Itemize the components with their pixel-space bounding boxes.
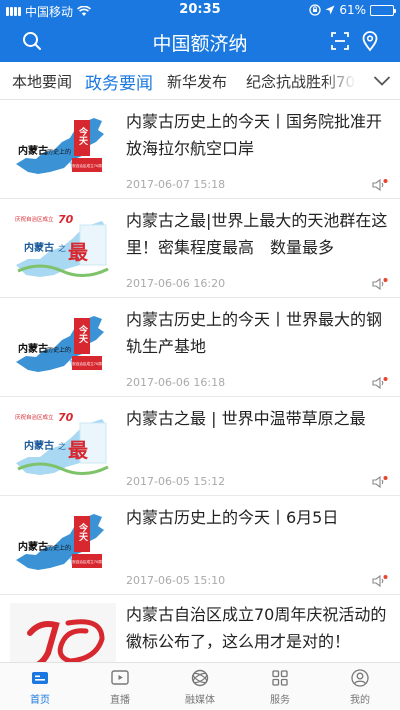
news-item[interactable]: 庆祝自治区成立 70 内蒙古 之 最 内蒙古之最|世界上最大的天池群在这里！密集… xyxy=(0,199,400,298)
thumb-today-text: 今天 xyxy=(77,324,89,344)
news-thumbnail[interactable] xyxy=(10,603,116,662)
thumb-region-text: 内蒙古 xyxy=(24,439,54,452)
listen-button[interactable] xyxy=(372,573,388,588)
speaker-icon xyxy=(372,376,388,390)
tab-government-news[interactable]: 政务要闻 xyxy=(85,69,153,94)
news-date: 2017-06-05 15:12 xyxy=(126,475,226,488)
location-pin-icon xyxy=(362,31,378,52)
tab-anniversary[interactable]: 纪念抗战胜利70周年 xyxy=(246,71,356,92)
speaker-icon xyxy=(372,574,388,588)
thumb-zui-text: 最 xyxy=(68,438,89,462)
media-globe-icon xyxy=(191,669,209,687)
listen-button[interactable] xyxy=(372,177,388,192)
chevron-down-icon xyxy=(373,75,391,86)
nav-profile-label: 我的 xyxy=(350,695,370,706)
emblem-thumbnail xyxy=(10,603,116,662)
thumb-zui-text: 最 xyxy=(68,240,89,264)
news-thumbnail[interactable]: 内蒙古 历史上的 今天 庆祝自治区成立70周年 xyxy=(10,310,116,386)
thumb-vertical-text: 历史上的 xyxy=(47,148,71,156)
news-item[interactable]: 内蒙古 历史上的 今天 庆祝自治区成立70周年 内蒙古历史上的今天丨6月5日 20… xyxy=(0,496,400,595)
news-title[interactable]: 内蒙古历史上的今天丨国务院批准开放海拉尔航空口岸 xyxy=(126,108,388,162)
thumb-zhi-text: 之 xyxy=(58,441,66,451)
news-thumbnail[interactable]: 内蒙古 历史上的 今天 庆祝自治区成立70周年 xyxy=(10,112,116,188)
live-play-icon xyxy=(111,670,129,685)
news-title[interactable]: 内蒙古历史上的今天丨6月5日 xyxy=(126,504,388,531)
thumb-banner-text: 庆祝自治区成立 xyxy=(15,413,54,421)
thumb-vertical-text: 历史上的 xyxy=(47,544,71,552)
news-title[interactable]: 内蒙古之最|世界上最大的天池群在这里！密集程度最高 数量最多 xyxy=(126,207,388,261)
history-today-thumbnail: 内蒙古 历史上的 今天 庆祝自治区成立70周年 xyxy=(10,310,116,386)
news-thumbnail[interactable]: 庆祝自治区成立 70 内蒙古 之 最 xyxy=(10,409,116,485)
nav-live-label: 直播 xyxy=(110,695,130,706)
nav-home-label: 首页 xyxy=(30,695,50,706)
news-item[interactable]: 内蒙古 历史上的 今天 庆祝自治区成立70周年 内蒙古历史上的今天丨世界最大的钢… xyxy=(0,298,400,397)
history-today-thumbnail: 内蒙古 历史上的 今天 庆祝自治区成立70周年 xyxy=(10,112,116,188)
nav-services[interactable]: 服务 xyxy=(240,663,320,710)
thumb-today-text: 今天 xyxy=(77,126,89,146)
news-item[interactable]: 庆祝自治区成立 70 内蒙古 之 最 内蒙古之最 | 世界中温带草原之最 2017… xyxy=(0,397,400,496)
news-item[interactable]: 内蒙古 历史上的 今天 庆祝自治区成立70周年 内蒙古历史上的今天丨国务院批准开… xyxy=(0,100,400,199)
listen-button[interactable] xyxy=(372,276,388,291)
thumb-70-text: 70 xyxy=(58,213,74,226)
thumb-region-text: 内蒙古 xyxy=(18,144,48,157)
speaker-icon xyxy=(372,277,388,291)
location-button[interactable] xyxy=(358,29,382,53)
nav-live[interactable]: 直播 xyxy=(80,663,160,710)
bottom-nav: 首页 直播 融媒体 服务 我的 xyxy=(0,662,400,710)
nav-home[interactable]: 首页 xyxy=(0,663,80,710)
thumb-banner-text: 庆祝自治区成立 xyxy=(15,215,54,223)
battery-icon xyxy=(370,4,396,16)
news-date: 2017-06-06 16:20 xyxy=(126,277,226,290)
thumb-region-text: 内蒙古 xyxy=(18,540,48,553)
battery-percent: 61% xyxy=(339,3,366,17)
thumb-caption-text: 庆祝自治区成立70周年 xyxy=(69,163,106,168)
nav-media[interactable]: 融媒体 xyxy=(160,663,240,710)
nav-profile[interactable]: 我的 xyxy=(320,663,400,710)
speaker-icon xyxy=(372,475,388,489)
nav-services-label: 服务 xyxy=(270,695,290,706)
app-header: 中国额济纳 xyxy=(0,20,400,62)
services-grid-icon xyxy=(272,670,288,686)
news-date: 2017-06-07 15:18 xyxy=(126,178,226,191)
scan-button[interactable] xyxy=(328,29,352,53)
user-icon xyxy=(351,669,369,687)
speaker-icon xyxy=(372,178,388,192)
history-today-thumbnail: 内蒙古 历史上的 今天 庆祝自治区成立70周年 xyxy=(10,508,116,584)
news-title[interactable]: 内蒙古历史上的今天丨世界最大的钢轨生产基地 xyxy=(126,306,388,360)
home-icon xyxy=(32,672,48,684)
superlative-thumbnail: 庆祝自治区成立 70 内蒙古 之 最 xyxy=(10,409,116,485)
thumb-region-text: 内蒙古 xyxy=(24,241,54,254)
news-thumbnail[interactable]: 内蒙古 历史上的 今天 庆祝自治区成立70周年 xyxy=(10,508,116,584)
thumb-today-text: 今天 xyxy=(77,522,89,542)
news-list: 内蒙古 历史上的 今天 庆祝自治区成立70周年 内蒙古历史上的今天丨国务院批准开… xyxy=(0,100,400,662)
news-title[interactable]: 内蒙古自治区成立70周年庆祝活动的徽标公布了，这么用才是对的！ xyxy=(126,601,388,655)
rotation-lock-icon xyxy=(309,4,321,16)
thumb-caption-text: 庆祝自治区成立70周年 xyxy=(69,559,106,564)
news-thumbnail[interactable]: 庆祝自治区成立 70 内蒙古 之 最 xyxy=(10,211,116,287)
thumb-zhi-text: 之 xyxy=(58,243,66,253)
thumb-70-text: 70 xyxy=(58,411,74,424)
news-title[interactable]: 内蒙古之最 | 世界中温带草原之最 xyxy=(126,405,388,432)
listen-button[interactable] xyxy=(372,375,388,390)
thumb-caption-text: 庆祝自治区成立70周年 xyxy=(69,361,106,366)
tab-xinhua-release[interactable]: 新华发布 xyxy=(167,71,227,92)
news-item[interactable]: 内蒙古自治区成立70周年庆祝活动的徽标公布了，这么用才是对的！ xyxy=(0,595,400,662)
tab-local-news[interactable]: 本地要闻 xyxy=(12,71,72,92)
news-date: 2017-06-05 15:10 xyxy=(126,574,226,587)
more-tabs-button[interactable] xyxy=(364,62,400,99)
status-bar: 中国移动 20:35 61% xyxy=(0,0,400,20)
thumb-vertical-text: 历史上的 xyxy=(47,346,71,354)
category-tabs: 本地要闻 政务要闻 新华发布 纪念抗战胜利70周年 xyxy=(0,62,400,100)
scan-icon xyxy=(331,32,349,50)
news-date: 2017-06-06 16:18 xyxy=(126,376,226,389)
status-right: 61% xyxy=(309,3,396,17)
location-arrow-icon xyxy=(325,5,335,15)
nav-media-label: 融媒体 xyxy=(185,695,215,706)
listen-button[interactable] xyxy=(372,474,388,489)
thumb-region-text: 内蒙古 xyxy=(18,342,48,355)
superlative-thumbnail: 庆祝自治区成立 70 内蒙古 之 最 xyxy=(10,211,116,287)
